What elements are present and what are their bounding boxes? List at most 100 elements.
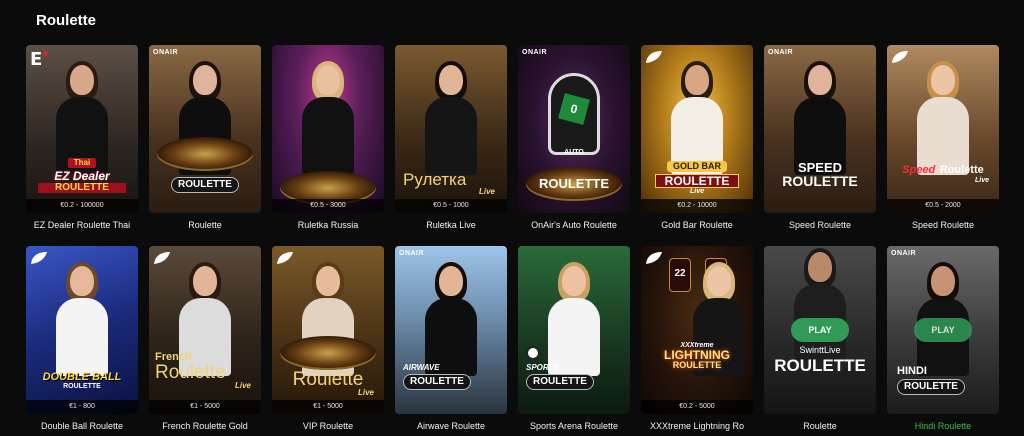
dealer-image — [792, 61, 848, 175]
section-title: Roulette — [36, 12, 96, 29]
dealer-image — [546, 262, 602, 376]
game-name[interactable]: EZ Dealer Roulette Thai — [26, 220, 138, 230]
onair-brand-icon: ONAIR — [153, 49, 179, 56]
game-name[interactable]: Gold Bar Roulette — [641, 220, 753, 230]
onair-brand-icon: ONAIR — [891, 250, 917, 257]
ezugi-logo-icon: E — [30, 49, 49, 70]
game-name[interactable]: VIP Roulette — [272, 421, 384, 431]
game-name[interactable]: XXXtreme Lightning Ro — [641, 421, 753, 431]
game-name[interactable]: Speed Roulette — [764, 220, 876, 230]
game-thumbnail[interactable]: PLAY SwinttLive ROULETTE — [764, 246, 876, 414]
dealer-image — [54, 262, 110, 376]
logo-tag: Live — [974, 177, 989, 184]
game-thumbnail[interactable]: Roulette Live €1 - 5000 — [272, 246, 384, 414]
logo-title: DOUBLE BALL — [42, 371, 122, 383]
logo-title: ROULETTE — [672, 360, 722, 370]
roulette-wheel-icon — [280, 336, 376, 370]
game-card-double-ball-roulette[interactable]: DOUBLE BALL ROULETTE €1 - 800 Double Bal… — [26, 246, 138, 431]
logo-title: Рулетка — [403, 170, 467, 189]
logo-subtitle: Thai — [67, 158, 97, 168]
dealer-image — [915, 61, 971, 175]
play-button[interactable]: PLAY — [914, 318, 972, 342]
game-card-roulette-onair[interactable]: ONAIR ROULETTE Roulette — [149, 45, 261, 230]
logo-subtitle: AUTO — [564, 149, 584, 156]
game-card-airwave-roulette[interactable]: ONAIR AIRWAVE ROULETTE Airwave Roulette — [395, 246, 507, 431]
game-thumbnail[interactable]: ONAIR 0 AUTO ROULETTE — [518, 45, 630, 213]
game-card-ruletka-russia[interactable]: €0.5 - 3000 Ruletka Russia — [272, 45, 384, 230]
game-thumbnail[interactable]: DOUBLE BALL ROULETTE €1 - 800 — [26, 246, 138, 414]
bet-limits: €0.5 - 3000 — [272, 199, 384, 213]
logo-subtitle: SwinttLive — [799, 345, 841, 355]
game-card-gold-bar-roulette[interactable]: GOLD BAR ROULETTE Live €0.2 - 10000 Gold… — [641, 45, 753, 230]
logo-title: Roulette — [939, 164, 984, 176]
logo-title: ROULETTE — [897, 379, 965, 395]
logo-title: ROULETTE — [655, 174, 739, 188]
logo-subtitle: SPORTS — [526, 363, 559, 372]
logo-title: ROULETTE — [774, 356, 866, 375]
logo-title: EZ Dealer — [54, 169, 110, 183]
dealer-image — [300, 61, 356, 175]
logo-title: ROULETTE — [171, 177, 239, 193]
logo-subtitle: Live — [478, 187, 495, 196]
game-name[interactable]: Airwave Roulette — [395, 421, 507, 431]
game-name[interactable]: Double Ball Roulette — [26, 421, 138, 431]
game-name[interactable]: Speed Roulette — [887, 220, 999, 230]
game-name[interactable]: Hindi Roulette — [887, 421, 999, 431]
leaf-logo-icon — [277, 252, 293, 264]
logo-subtitle: GOLD BAR — [667, 161, 727, 172]
game-thumbnail[interactable]: GOLD BAR ROULETTE Live €0.2 - 10000 — [641, 45, 753, 213]
game-thumbnail[interactable]: €0.5 - 3000 — [272, 45, 384, 213]
play-button[interactable]: PLAY — [791, 318, 849, 342]
game-thumbnail[interactable]: Рулетка Live €0.5 - 1000 — [395, 45, 507, 213]
game-thumbnail[interactable]: Speed Roulette Live €0.5 - 2000 — [887, 45, 999, 213]
game-thumbnail[interactable]: ONAIR ROULETTE — [149, 45, 261, 213]
bet-limits: €1 - 5000 — [272, 400, 384, 414]
bet-limits: €0.2 - 10000 — [641, 199, 753, 213]
game-thumbnail[interactable]: French Roulette Live €1 - 5000 — [149, 246, 261, 414]
game-card-ez-dealer-roulette-thai[interactable]: E Thai EZ Dealer ROULETTE €0.2 - 100000 … — [26, 45, 138, 230]
game-name[interactable]: Roulette — [149, 220, 261, 230]
game-card-french-roulette-gold[interactable]: French Roulette Live €1 - 5000 French Ro… — [149, 246, 261, 431]
logo-title: Roulette — [292, 369, 364, 390]
game-thumbnail[interactable]: ONAIR SPEED ROULETTE — [764, 45, 876, 213]
logo-title: ROULETTE — [526, 374, 594, 390]
leaf-logo-icon — [646, 252, 662, 264]
logo-title: Roulette — [155, 362, 226, 383]
logo-subtitle: HINDI — [897, 365, 927, 377]
game-thumbnail[interactable]: E Thai EZ Dealer ROULETTE €0.2 - 100000 — [26, 45, 138, 213]
game-card-vip-roulette[interactable]: Roulette Live €1 - 5000 VIP Roulette — [272, 246, 384, 431]
dealer-image — [423, 61, 479, 175]
bet-limits: €1 - 5000 — [149, 400, 261, 414]
logo-subtitle: AIRWAVE — [403, 363, 440, 372]
game-name[interactable]: French Roulette Gold — [149, 421, 261, 431]
game-card-roulette-swintt[interactable]: PLAY SwinttLive ROULETTE Roulette — [764, 246, 876, 431]
game-thumbnail[interactable]: ONAIR PLAY HINDI ROULETTE — [887, 246, 999, 414]
logo-subtitle: ROULETTE — [63, 383, 101, 390]
game-card-xxxtreme-lightning-roulette[interactable]: 22 30 XXXtreme LIGHTNING ROULETTE €0.2 -… — [641, 246, 753, 431]
logo-tag: Live — [357, 388, 374, 397]
game-name[interactable]: Ruletka Live — [395, 220, 507, 230]
game-name[interactable]: Sports Arena Roulette — [518, 421, 630, 431]
logo-tag: Live — [689, 188, 704, 195]
leaf-logo-icon — [892, 51, 908, 63]
logo-tag: Live — [234, 381, 251, 390]
game-name[interactable]: Roulette — [764, 421, 876, 431]
game-card-ruletka-live[interactable]: Рулетка Live €0.5 - 1000 Ruletka Live — [395, 45, 507, 230]
logo-title: ROULETTE — [403, 374, 471, 390]
onair-brand-icon: ONAIR — [399, 250, 425, 257]
game-name[interactable]: OnAir's Auto Roulette — [518, 220, 630, 230]
game-thumbnail[interactable]: ONAIR AIRWAVE ROULETTE — [395, 246, 507, 414]
game-card-sports-arena-roulette[interactable]: SPORTS ROULETTE Sports Arena Roulette — [518, 246, 630, 431]
game-thumbnail[interactable]: 22 30 XXXtreme LIGHTNING ROULETTE €0.2 -… — [641, 246, 753, 414]
game-name[interactable]: Ruletka Russia — [272, 220, 384, 230]
game-card-speed-roulette-live[interactable]: Speed Roulette Live €0.5 - 2000 Speed Ro… — [887, 45, 999, 230]
logo-title: ROULETTE — [38, 183, 126, 193]
game-card-hindi-roulette[interactable]: ONAIR PLAY HINDI ROULETTE Hindi Roulette — [887, 246, 999, 431]
bet-limits: €1 - 800 — [26, 400, 138, 414]
onair-brand-icon: ONAIR — [522, 49, 548, 56]
game-card-onair-auto-roulette[interactable]: ONAIR 0 AUTO ROULETTE OnAir's Auto Roule… — [518, 45, 630, 230]
multiplier-tile: 22 — [669, 258, 691, 292]
game-card-speed-roulette-onair[interactable]: ONAIR SPEED ROULETTE Speed Roulette — [764, 45, 876, 230]
roulette-wheel-icon — [157, 137, 253, 171]
game-thumbnail[interactable]: SPORTS ROULETTE — [518, 246, 630, 414]
